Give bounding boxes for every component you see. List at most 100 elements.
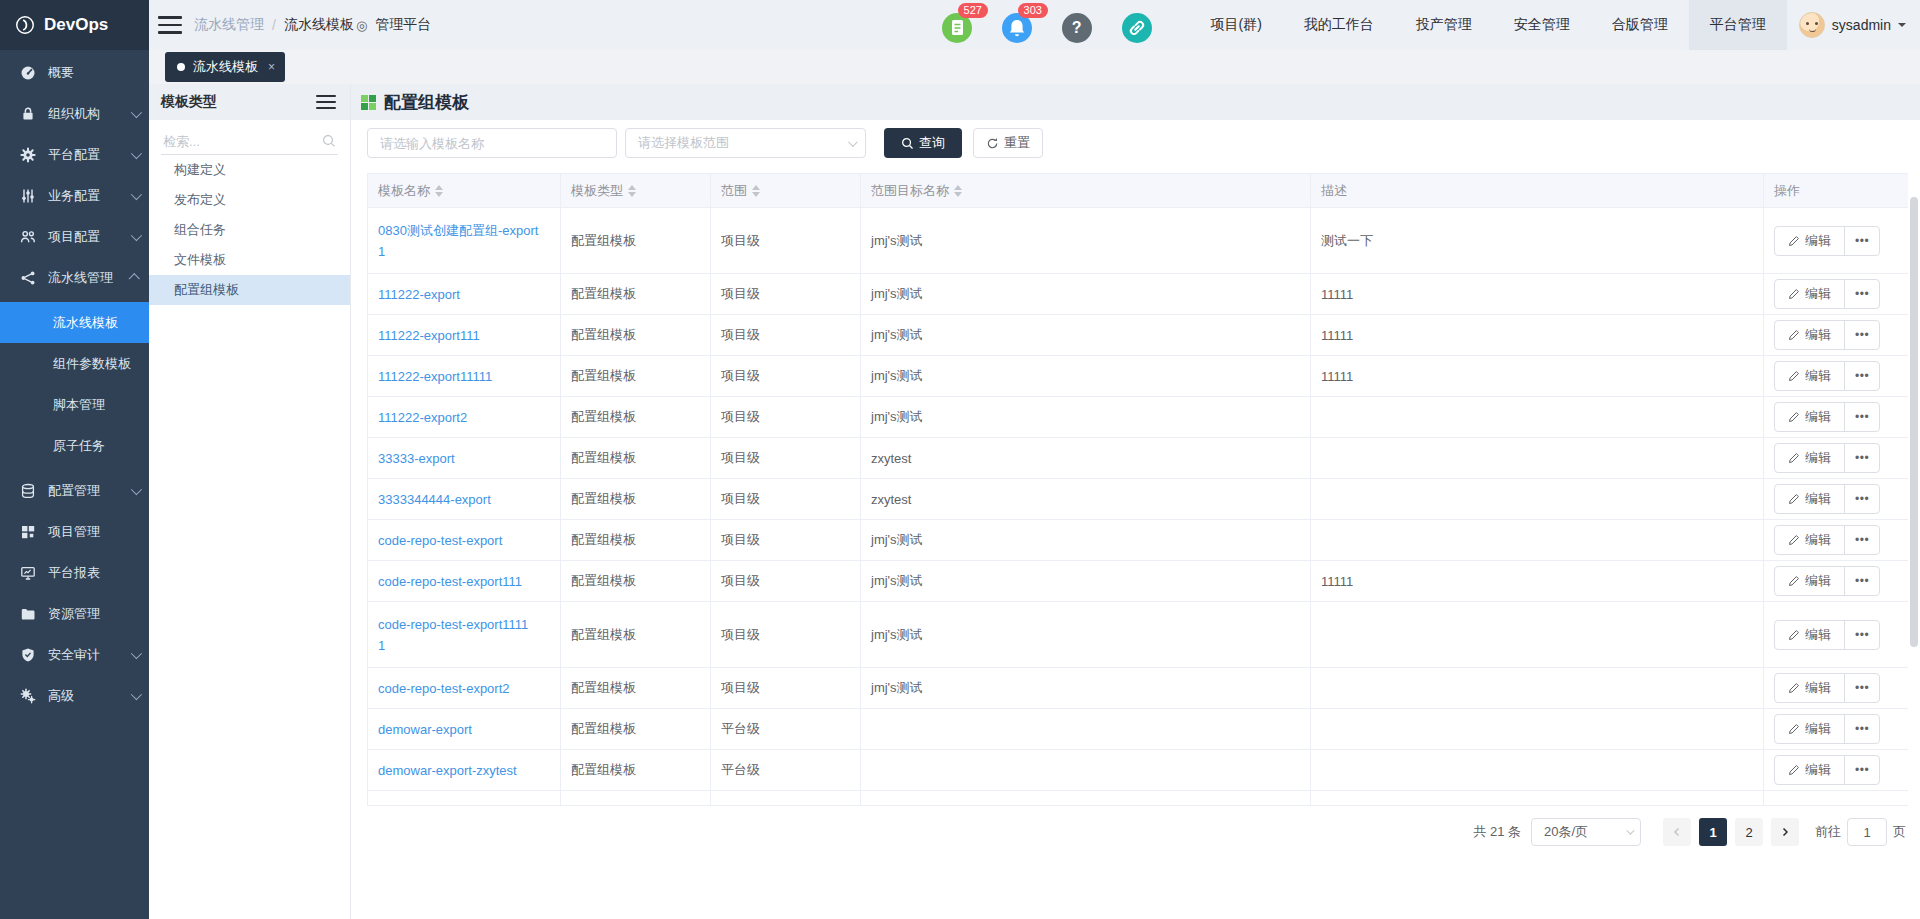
sidebar-subitem[interactable]: 脚本管理 (0, 384, 149, 425)
more-actions-button[interactable]: ••• (1844, 621, 1879, 649)
template-type-item[interactable]: 发布定义 (149, 185, 350, 215)
link-button[interactable] (1122, 7, 1152, 43)
template-name-link[interactable]: 111222-export (378, 284, 460, 305)
more-actions-button[interactable]: ••• (1844, 674, 1879, 702)
template-name-link[interactable]: 111222-export111 (378, 325, 480, 346)
template-name-link[interactable]: code-repo-test-export11111 (378, 614, 531, 656)
edit-button[interactable]: 编辑 (1775, 674, 1844, 702)
sidebar-subitem[interactable]: 流水线模板 (0, 302, 149, 343)
edit-button[interactable]: 编辑 (1775, 362, 1844, 390)
template-name-link[interactable]: code-repo-test-export111 (378, 571, 522, 592)
tab-close-icon[interactable]: × (268, 60, 275, 74)
sidebar-subitem[interactable]: 组件参数模板 (0, 343, 149, 384)
sidebar-item-5[interactable]: 流水线管理 (0, 257, 149, 298)
edit-button[interactable]: 编辑 (1775, 280, 1844, 308)
template-name-link[interactable]: demowar-export-zxytest (378, 760, 517, 781)
chevron-down-icon (131, 188, 142, 199)
next-page-button[interactable] (1771, 818, 1799, 846)
top-nav-item[interactable]: 我的工作台 (1283, 0, 1395, 50)
template-name-link[interactable]: 3333344444-export (378, 489, 491, 510)
sidebar-item-1[interactable]: 组织机构 (0, 93, 149, 134)
sort-icon[interactable] (752, 185, 760, 197)
help-button[interactable]: ? (1062, 7, 1092, 43)
edit-button[interactable]: 编辑 (1775, 444, 1844, 472)
more-actions-button[interactable]: ••• (1844, 715, 1879, 743)
template-type-item[interactable]: 组合任务 (149, 215, 350, 245)
sidebar-item-2[interactable]: 平台配置 (0, 134, 149, 175)
more-actions-button[interactable]: ••• (1844, 362, 1879, 390)
table-row: 111222-export 配置组模板 项目级 jmj's测试 11111 编辑… (368, 274, 1909, 315)
reset-button[interactable]: 重置 (973, 128, 1043, 158)
search-button[interactable]: 查询 (884, 128, 962, 158)
sort-icon[interactable] (954, 185, 962, 197)
top-nav-item[interactable]: 平台管理 (1689, 0, 1787, 50)
sidebar-item-3[interactable]: 业务配置 (0, 175, 149, 216)
page-titlebar: 配置组模板 (351, 84, 1920, 120)
template-name-link[interactable]: 111222-export11111 (378, 366, 492, 387)
vertical-scrollbar[interactable] (1910, 197, 1918, 647)
template-name-input[interactable] (367, 128, 617, 158)
more-actions-button[interactable]: ••• (1844, 756, 1879, 784)
template-name-link[interactable]: code-repo-test-export (378, 530, 502, 551)
more-actions-button[interactable]: ••• (1844, 403, 1879, 431)
user-menu[interactable]: sysadmin (1787, 12, 1920, 38)
sidebar-item-8[interactable]: 平台报表 (0, 552, 149, 593)
menu-toggle-icon[interactable] (158, 16, 182, 34)
edit-button[interactable]: 编辑 (1775, 621, 1844, 649)
lock-icon (20, 106, 36, 122)
sidebar-item-7[interactable]: 项目管理 (0, 511, 149, 552)
more-actions-button[interactable]: ••• (1844, 567, 1879, 595)
template-name-link[interactable]: code-repo-test-export2 (378, 678, 510, 699)
more-actions-button[interactable]: ••• (1844, 485, 1879, 513)
top-nav-item[interactable]: 项目(群) (1190, 0, 1283, 50)
top-nav-item[interactable]: 投产管理 (1395, 0, 1493, 50)
template-scope-select[interactable]: 请选择模板范围 (625, 128, 866, 158)
more-actions-button[interactable]: ••• (1844, 526, 1879, 554)
notifications-button[interactable]: 303 (1002, 7, 1032, 43)
template-type-item[interactable]: 文件模板 (149, 245, 350, 275)
sidebar-subitem[interactable]: 原子任务 (0, 425, 149, 466)
top-nav-item[interactable]: 安全管理 (1493, 0, 1591, 50)
sidebar-item-11[interactable]: 高级 (0, 675, 149, 716)
tab-pipeline-template[interactable]: 流水线模板 × (165, 52, 285, 82)
scope-circle-icon: ◎ (356, 18, 367, 33)
sort-icon[interactable] (628, 185, 636, 197)
edit-button[interactable]: 编辑 (1775, 526, 1844, 554)
breadcrumb-root[interactable]: 流水线管理 (194, 16, 264, 34)
edit-button[interactable]: 编辑 (1775, 756, 1844, 784)
template-name-link[interactable]: 111222-export2 (378, 407, 467, 428)
edit-button[interactable]: 编辑 (1775, 321, 1844, 349)
page-button-1[interactable]: 1 (1699, 818, 1727, 846)
sidebar-item-9[interactable]: 资源管理 (0, 593, 149, 634)
edit-button[interactable]: 编辑 (1775, 403, 1844, 431)
more-actions-button[interactable]: ••• (1844, 444, 1879, 472)
template-type-item[interactable]: 配置组模板 (149, 275, 350, 305)
page-title: 配置组模板 (384, 91, 469, 114)
edit-button[interactable]: 编辑 (1775, 485, 1844, 513)
panel-search-input[interactable] (161, 128, 338, 155)
more-actions-button[interactable]: ••• (1844, 227, 1879, 255)
sidebar-item-6[interactable]: 配置管理 (0, 470, 149, 511)
more-actions-button[interactable]: ••• (1844, 280, 1879, 308)
page-button-2[interactable]: 2 (1735, 818, 1763, 846)
messages-button[interactable]: 527 (942, 7, 972, 43)
sidebar-item-0[interactable]: 概要 (0, 52, 149, 93)
template-type-item[interactable]: 构建定义 (149, 155, 350, 185)
panel-menu-icon[interactable] (316, 95, 336, 109)
template-name-link[interactable]: 0830测试创建配置组-export1 (378, 220, 543, 262)
edit-button[interactable]: 编辑 (1775, 227, 1844, 255)
template-name-link[interactable]: 33333-export (378, 448, 455, 469)
goto-page-input[interactable] (1847, 818, 1887, 846)
edit-button[interactable]: 编辑 (1775, 715, 1844, 743)
sort-icon[interactable] (435, 185, 443, 197)
template-name-link[interactable]: demowar-export (378, 719, 472, 740)
pencil-icon (1788, 629, 1800, 641)
sidebar-item-10[interactable]: 安全审计 (0, 634, 149, 675)
edit-button[interactable]: 编辑 (1775, 567, 1844, 595)
pencil-icon (1788, 534, 1800, 546)
top-nav-item[interactable]: 合版管理 (1591, 0, 1689, 50)
more-actions-button[interactable]: ••• (1844, 321, 1879, 349)
prev-page-button[interactable] (1663, 818, 1691, 846)
page-size-select[interactable]: 20条/页 (1531, 818, 1641, 846)
sidebar-item-4[interactable]: 项目配置 (0, 216, 149, 257)
